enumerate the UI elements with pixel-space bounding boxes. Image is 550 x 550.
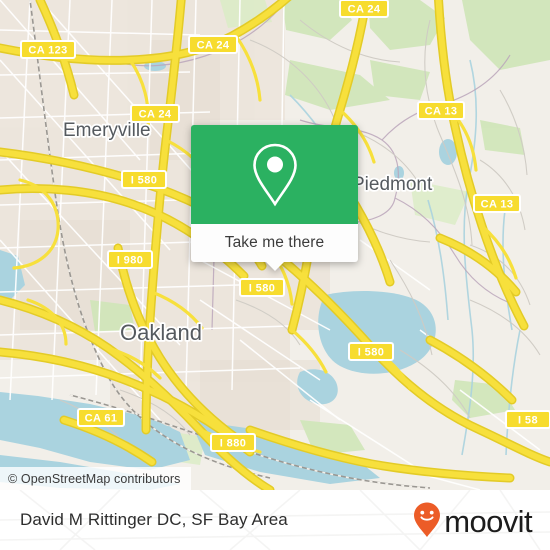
svg-text:I 580: I 580 — [131, 175, 157, 187]
shield-i-880: I 880 — [210, 433, 256, 452]
shield-ca-123: CA 123 — [20, 40, 76, 59]
callout-pointer-tail — [265, 262, 284, 271]
svg-text:I 580: I 580 — [249, 283, 275, 295]
destination-callout-card[interactable]: Take me there — [191, 125, 358, 271]
svg-text:I 580: I 580 — [358, 347, 384, 359]
shield-ca-13-upper: CA 13 — [417, 101, 465, 120]
svg-text:CA 61: CA 61 — [85, 413, 118, 425]
osm-attribution[interactable]: © OpenStreetMap contributors — [0, 467, 191, 490]
svg-text:CA 24: CA 24 — [197, 40, 230, 52]
svg-text:CA 13: CA 13 — [481, 199, 514, 211]
take-me-there-label: Take me there — [224, 234, 325, 251]
callout-icon-area — [191, 125, 358, 224]
shield-ca-24-top: CA 24 — [339, 0, 389, 18]
bottom-info-bar: David M Rittinger DC, SF Bay Area moovit — [0, 490, 550, 550]
svg-text:CA 13: CA 13 — [425, 106, 458, 118]
screenshot-root: Emeryville Oakland Piedmont CA 24 CA 123 — [0, 0, 550, 550]
shield-i-580-edge: I 58 — [505, 410, 550, 429]
moovit-wordmark: moovit — [444, 503, 532, 539]
shield-i-580-upper: I 580 — [121, 170, 167, 189]
city-label-piedmont: Piedmont — [352, 174, 433, 195]
map-pin-icon — [252, 143, 297, 206]
place-name-label: David M Rittinger DC, SF Bay Area — [20, 490, 288, 550]
shield-ca-24-upper: CA 24 — [188, 35, 238, 54]
take-me-there-button[interactable]: Take me there — [191, 224, 358, 262]
shield-ca-24-mid: CA 24 — [130, 104, 180, 123]
svg-text:I 980: I 980 — [117, 255, 143, 267]
shield-ca-61: CA 61 — [77, 408, 125, 427]
moovit-logo[interactable]: moovit — [412, 490, 533, 550]
svg-text:I 880: I 880 — [220, 438, 246, 450]
svg-text:CA 24: CA 24 — [348, 4, 381, 16]
svg-text:I 58: I 58 — [518, 415, 538, 427]
svg-text:CA 24: CA 24 — [139, 109, 172, 121]
osm-attribution-text: © OpenStreetMap contributors — [8, 471, 181, 486]
shield-i-980: I 980 — [107, 250, 153, 269]
shield-i-580-lower: I 580 — [348, 342, 394, 361]
moovit-pin-icon — [414, 502, 441, 537]
place-name-text: David M Rittinger DC, SF Bay Area — [20, 510, 288, 529]
city-label-emeryville: Emeryville — [63, 120, 151, 141]
shield-i-580-center: I 580 — [239, 278, 285, 297]
shield-ca-13-right: CA 13 — [473, 194, 521, 213]
city-label-oakland: Oakland — [120, 320, 202, 345]
svg-text:CA 123: CA 123 — [28, 45, 67, 57]
